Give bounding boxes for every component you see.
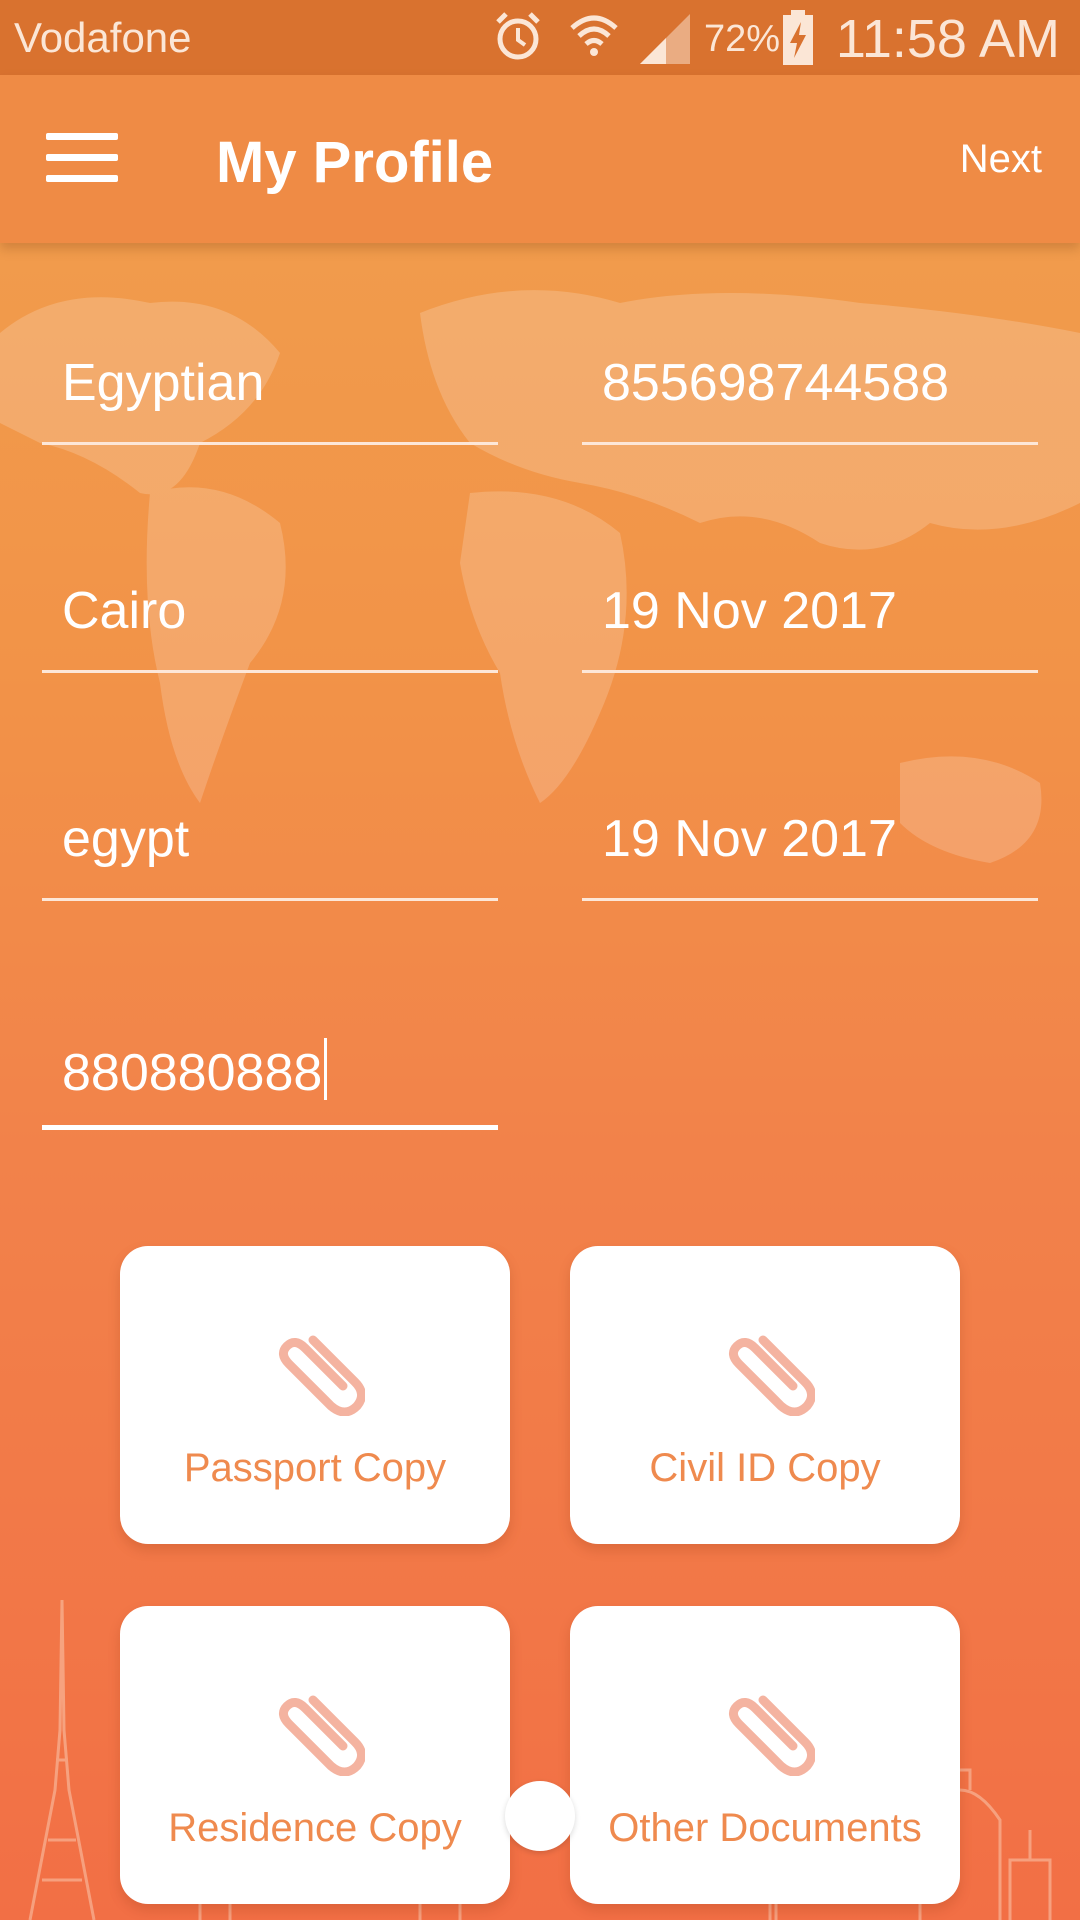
- country-field[interactable]: egypt: [42, 781, 498, 901]
- app-bar: My Profile Next: [0, 75, 1080, 243]
- hamburger-menu-icon[interactable]: [46, 133, 118, 183]
- other-documents-card[interactable]: Other Documents: [570, 1606, 960, 1904]
- phone-value: 880880888: [62, 1044, 323, 1102]
- field-underline: [42, 670, 498, 673]
- date-field-2[interactable]: 19 Nov 2017: [582, 781, 1038, 901]
- residence-copy-label: Residence Copy: [168, 1806, 462, 1850]
- paperclip-icon: [729, 1695, 815, 1776]
- text-cursor: [324, 1038, 328, 1100]
- passport-copy-label: Passport Copy: [183, 1446, 447, 1490]
- residence-copy-card[interactable]: Residence Copy: [120, 1606, 510, 1904]
- alarm-icon: [496, 12, 540, 60]
- field-underline-active: [42, 1125, 498, 1130]
- battery-percentage: 72%: [704, 18, 781, 60]
- country-value: egypt: [62, 810, 190, 868]
- field-underline: [582, 442, 1038, 445]
- passport-copy-card[interactable]: Passport Copy: [120, 1246, 510, 1544]
- city-field[interactable]: Cairo: [42, 553, 498, 673]
- other-documents-label: Other Documents: [608, 1806, 922, 1850]
- status-time: 11:58 AM: [835, 9, 1060, 69]
- id-number-value: 855698744588: [602, 354, 950, 412]
- date-value-1: 19 Nov 2017: [602, 582, 897, 640]
- phone-value-wrap: 880880888: [62, 1038, 328, 1103]
- paperclip-icon: [729, 1335, 815, 1416]
- signal-icon: [640, 14, 690, 64]
- phone-field[interactable]: 880880888: [42, 1010, 498, 1130]
- field-underline: [42, 442, 498, 445]
- date-value-2: 19 Nov 2017: [602, 810, 897, 868]
- carrier-name: Vodafone: [14, 14, 192, 61]
- date-field-1[interactable]: 19 Nov 2017: [582, 553, 1038, 673]
- city-value: Cairo: [62, 582, 187, 640]
- status-bar: Vodafone 72% 11:58 AM: [0, 0, 1080, 75]
- nationality-field[interactable]: Egyptian: [42, 325, 498, 445]
- civil-id-copy-label: Civil ID Copy: [649, 1446, 881, 1490]
- page-title: My Profile: [216, 130, 494, 195]
- next-button[interactable]: Next: [960, 137, 1042, 182]
- wifi-icon: [570, 15, 618, 56]
- floating-dot-button[interactable]: [505, 1781, 575, 1851]
- field-underline: [42, 898, 498, 901]
- nationality-value: Egyptian: [62, 354, 265, 412]
- civil-id-copy-card[interactable]: Civil ID Copy: [570, 1246, 960, 1544]
- field-underline: [582, 670, 1038, 673]
- battery-charging-icon: [783, 10, 813, 65]
- paperclip-icon: [279, 1335, 365, 1416]
- paperclip-icon: [279, 1695, 365, 1776]
- field-underline: [582, 898, 1038, 901]
- id-number-field[interactable]: 855698744588: [582, 325, 1038, 445]
